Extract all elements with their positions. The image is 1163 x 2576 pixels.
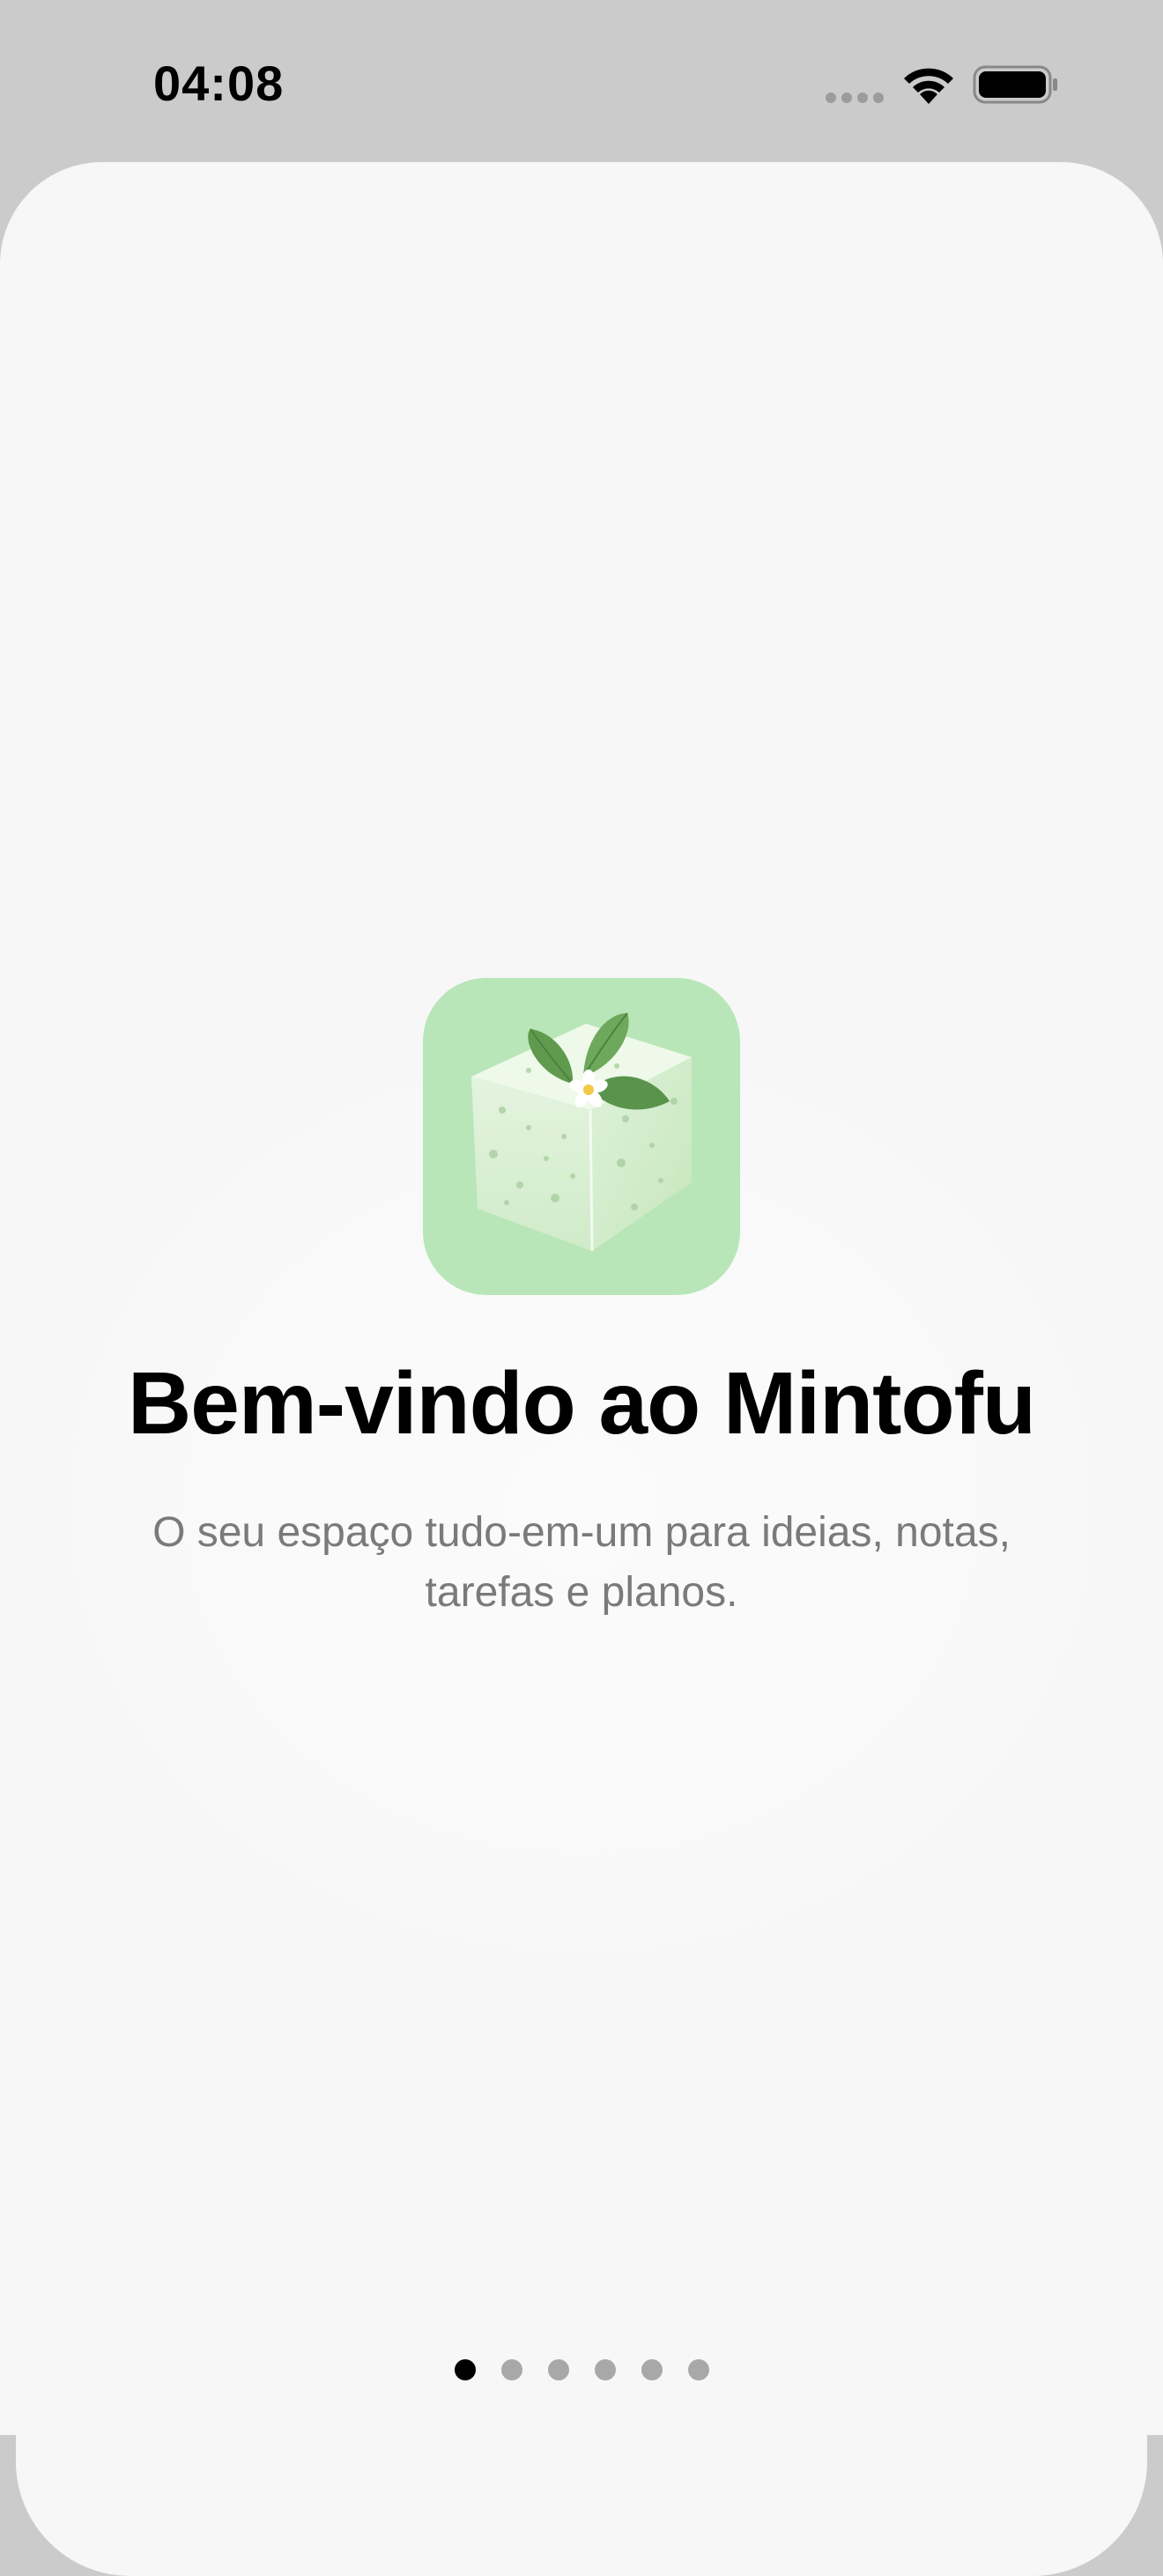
signal-dots-icon [826,93,884,103]
page-indicator[interactable] [0,2359,1163,2382]
wifi-icon [904,68,953,104]
battery-icon [973,65,1057,104]
page-dot-5[interactable] [641,2359,663,2380]
status-time: 04:08 [153,56,285,111]
status-bar: 04:08 [0,0,1163,164]
page-dot-6[interactable] [687,2359,709,2380]
page-dot-1[interactable] [454,2359,476,2380]
background-card-edge [16,2435,1147,2576]
welcome-subtitle: O seu espaço tudo-em-um para ideias, not… [152,1509,1011,1616]
page-dot-4[interactable] [594,2359,616,2380]
page-dot-3[interactable] [547,2359,569,2380]
welcome-title: Bem-vindo ao Mintofu [128,1354,1036,1453]
page-dot-2[interactable] [500,2359,522,2380]
onboarding-sheet: Bem-vindo ao Mintofu O seu espaço tudo-e… [0,162,1163,2435]
mintofu-app-icon [423,978,740,1295]
